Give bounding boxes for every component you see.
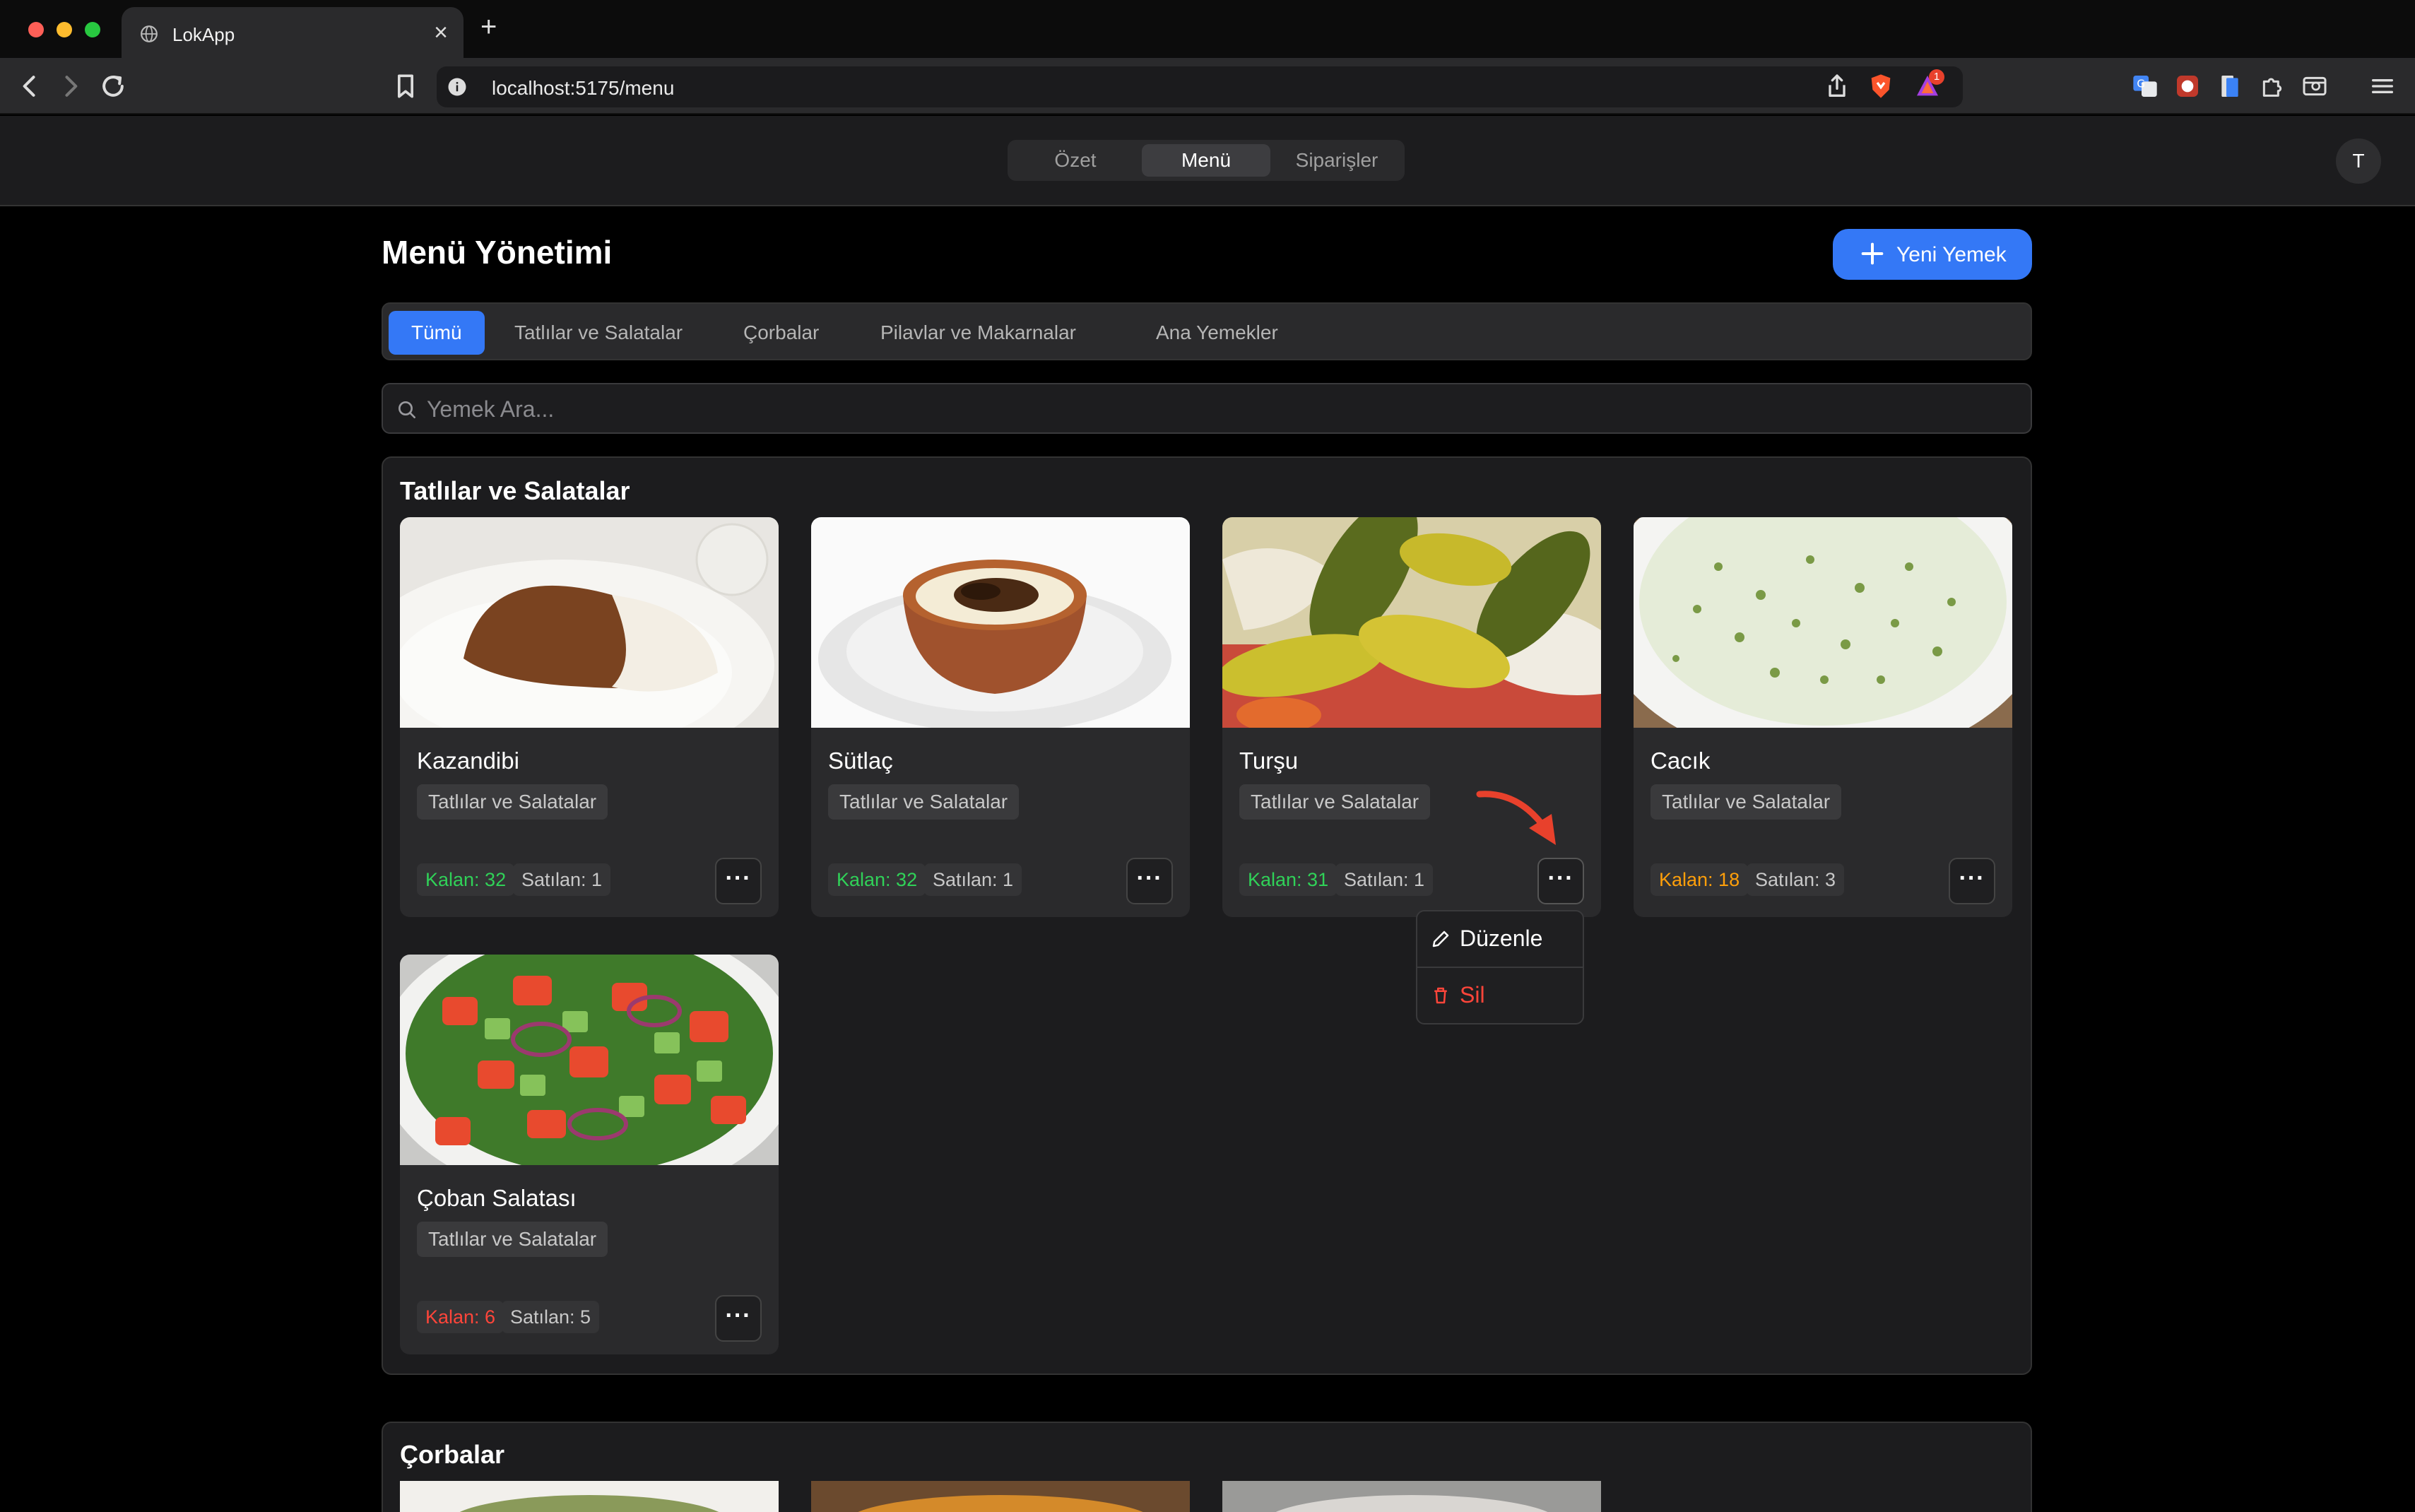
category-tab-soups[interactable]: Çorbalar	[721, 311, 842, 355]
brave-shield-icon[interactable]	[1867, 72, 1895, 100]
sidebar-icon[interactable]	[2301, 72, 2329, 100]
dish-card-cacik[interactable]: Cacık Tatlılar ve Salatalar Kalan: 18 Sa…	[1634, 517, 2012, 917]
dish-card-coban-salatasi[interactable]: Çoban Salatası Tatlılar ve Salatalar Kal…	[400, 955, 779, 1354]
stock-badge: Kalan: 6	[417, 1301, 504, 1333]
dish-image-soup-2	[811, 1481, 1190, 1512]
close-tab-icon[interactable]: ×	[434, 18, 448, 47]
new-dish-label: Yeni Yemek	[1896, 243, 2007, 266]
dish-name: Kazandibi	[417, 748, 519, 774]
translate-icon[interactable]: G	[2131, 72, 2159, 100]
dish-name: Cacık	[1651, 748, 1711, 774]
site-info-icon[interactable]	[447, 76, 468, 98]
section-title: Çorbalar	[400, 1440, 505, 1469]
close-window-button[interactable]	[28, 22, 44, 37]
dish-context-menu: Düzenle Sil	[1416, 910, 1584, 1024]
sold-badge: Satılan: 1	[1335, 863, 1434, 896]
globe-icon	[141, 25, 158, 42]
dish-category-tag: Tatlılar ve Salatalar	[1239, 784, 1431, 820]
tab-title: LokApp	[172, 24, 235, 45]
avatar[interactable]: T	[2336, 138, 2381, 184]
notification-badge: 1	[1929, 69, 1944, 85]
dish-image-coban-salatasi	[400, 955, 779, 1165]
browser-titlebar: LokApp × +	[0, 0, 2415, 58]
search-box	[382, 383, 2032, 434]
dish-category-tag: Tatlılar ve Salatalar	[828, 784, 1020, 820]
nav-tab-menu[interactable]: Menü	[1142, 144, 1270, 177]
category-tab-desserts-salads[interactable]: Tatlılar ve Salatalar	[492, 311, 705, 355]
category-tab-main-dishes[interactable]: Ana Yemekler	[1133, 311, 1301, 355]
extensions-puzzle-icon[interactable]	[2258, 72, 2286, 100]
page-title: Menü Yönetimi	[382, 234, 613, 271]
extension-blue-icon[interactable]	[2216, 72, 2244, 100]
search-icon	[398, 401, 415, 418]
dish-card-tursu[interactable]: Turşu Tatlılar ve Salatalar Kalan: 31 Sa…	[1222, 517, 1601, 917]
edit-menu-item[interactable]: Düzenle	[1417, 911, 1583, 967]
main-nav: Özet Menü Siparişler	[1008, 140, 1405, 181]
nav-tab-ozet[interactable]: Özet	[1013, 144, 1138, 177]
app-header: Özet Menü Siparişler T	[0, 116, 2415, 206]
dish-image-soup-3	[1222, 1481, 1601, 1512]
trash-icon	[1434, 987, 1447, 1004]
section-soups: Çorbalar	[382, 1422, 2032, 1512]
extension-red-icon[interactable]	[2173, 72, 2202, 100]
dish-image-tursu	[1222, 517, 1601, 728]
section-desserts-salads: Tatlılar ve Salatalar Kazandibi Tatlılar…	[382, 456, 2032, 1375]
stock-badge: Kalan: 32	[828, 863, 926, 896]
more-options-button[interactable]: ···	[1537, 858, 1584, 904]
url-text: localhost:5175/menu	[492, 77, 675, 99]
forward-icon[interactable]	[55, 71, 86, 102]
dish-category-tag: Tatlılar ve Salatalar	[1651, 784, 1842, 820]
stock-badge: Kalan: 18	[1651, 863, 1749, 896]
dish-category-tag: Tatlılar ve Salatalar	[417, 784, 608, 820]
nav-tab-siparisler[interactable]: Siparişler	[1275, 144, 1399, 177]
browser-tab[interactable]: LokApp ×	[122, 7, 463, 58]
sold-badge: Satılan: 3	[1747, 863, 1845, 896]
dish-category-tag: Tatlılar ve Salatalar	[417, 1222, 608, 1257]
reload-icon[interactable]	[98, 71, 129, 102]
more-options-button[interactable]: ···	[715, 1295, 762, 1342]
new-tab-button[interactable]: +	[480, 11, 497, 42]
pencil-icon	[1432, 931, 1449, 947]
more-options-button[interactable]: ···	[1949, 858, 1995, 904]
stock-badge: Kalan: 32	[417, 863, 515, 896]
dish-image-kazandibi	[400, 517, 779, 728]
section-title: Tatlılar ve Salatalar	[400, 476, 630, 505]
bookmark-icon[interactable]	[390, 71, 421, 102]
stock-badge: Kalan: 31	[1239, 863, 1338, 896]
sold-badge: Satılan: 1	[513, 863, 611, 896]
more-options-button[interactable]: ···	[715, 858, 762, 904]
share-icon[interactable]	[1823, 72, 1851, 100]
delete-label: Sil	[1460, 982, 1485, 1008]
sold-badge: Satılan: 1	[924, 863, 1022, 896]
dish-card-kazandibi[interactable]: Kazandibi Tatlılar ve Salatalar Kalan: 3…	[400, 517, 779, 917]
dish-image-cacik	[1634, 517, 2012, 728]
browser-toolbar: localhost:5175/menu 1 G	[0, 58, 2415, 114]
annotation-arrow-icon	[1476, 791, 1556, 845]
dish-name: Sütlaç	[828, 748, 893, 774]
maximize-window-button[interactable]	[85, 22, 100, 37]
delete-menu-item[interactable]: Sil	[1417, 968, 1583, 1023]
more-options-button[interactable]: ···	[1126, 858, 1173, 904]
dish-image-sutlac	[811, 517, 1190, 728]
dish-card-sutlac[interactable]: Sütlaç Tatlılar ve Salatalar Kalan: 32 S…	[811, 517, 1190, 917]
category-tab-all[interactable]: Tümü	[389, 311, 485, 355]
category-filter-bar: Tümü Tatlılar ve Salatalar Çorbalar Pila…	[382, 302, 2032, 360]
minimize-window-button[interactable]	[57, 22, 72, 37]
sold-badge: Satılan: 5	[502, 1301, 600, 1333]
back-icon[interactable]	[14, 71, 45, 102]
menu-hamburger-icon[interactable]	[2368, 72, 2397, 100]
plus-icon	[1861, 242, 1884, 265]
dish-name: Turşu	[1239, 748, 1299, 774]
search-input[interactable]	[427, 391, 1981, 427]
new-dish-button[interactable]: Yeni Yemek	[1833, 229, 2032, 280]
svg-text:G: G	[2137, 78, 2145, 90]
dish-image-soup-1	[400, 1481, 779, 1512]
edit-label: Düzenle	[1460, 926, 1543, 951]
dish-name: Çoban Salatası	[417, 1185, 577, 1211]
address-bar[interactable]: localhost:5175/menu 1	[437, 66, 1963, 107]
category-tab-rice-pasta[interactable]: Pilavlar ve Makarnalar	[858, 311, 1099, 355]
